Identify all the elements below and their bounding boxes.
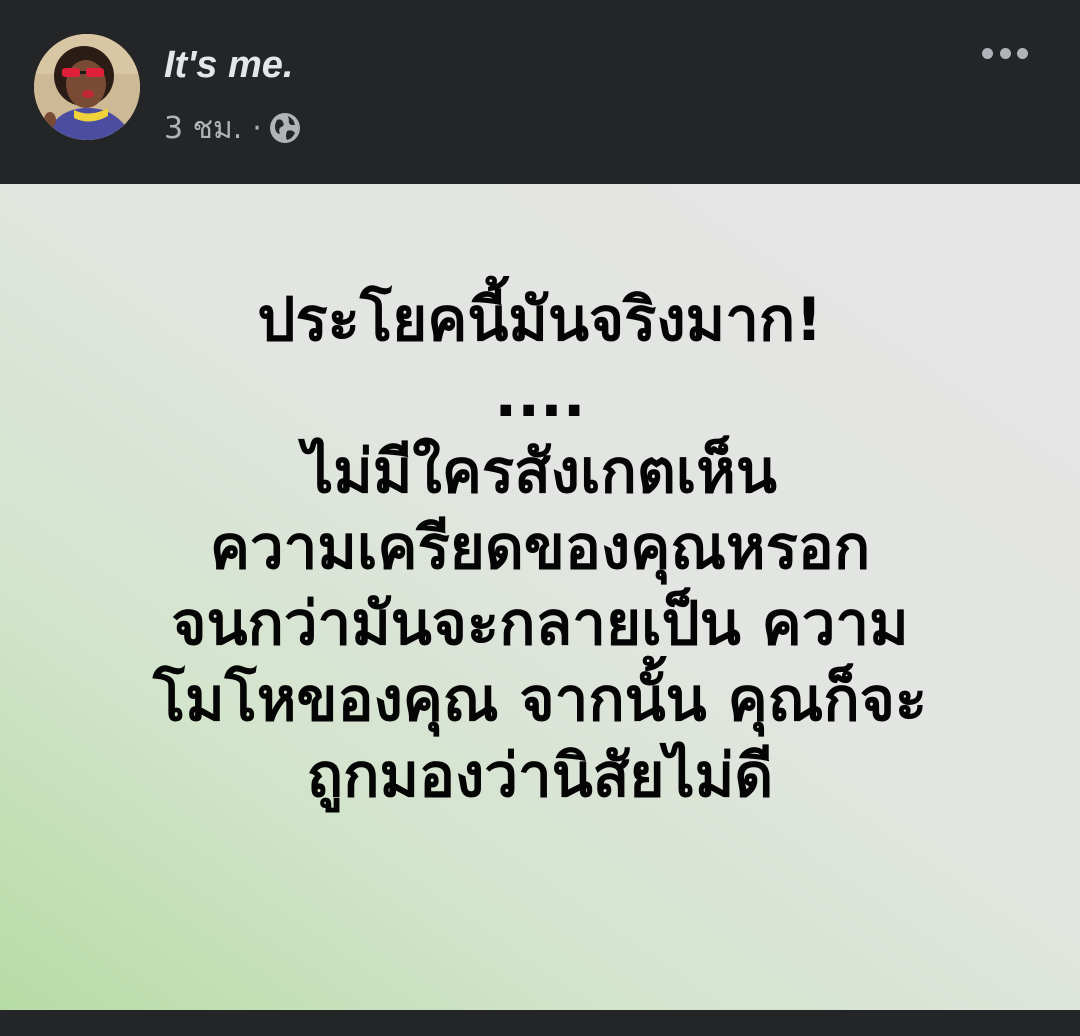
post-header: It's me. 3 ชม. · — [0, 0, 1080, 184]
more-options-icon[interactable] — [982, 36, 1028, 70]
more-dot — [1017, 47, 1028, 59]
facebook-post: It's me. 3 ชม. · ประโยคนี้มันจริงมาก! ..… — [0, 0, 1080, 1036]
status-background: ประโยคนี้มันจริงมาก! .... ไม่มีใครสังเกต… — [0, 184, 1080, 1010]
author-name[interactable]: It's me. — [164, 40, 293, 90]
status-text: ประโยคนี้มันจริงมาก! .... ไม่มีใครสังเกต… — [40, 282, 1040, 814]
more-dot — [999, 47, 1011, 59]
avatar-image — [34, 34, 140, 140]
status-line: ไม่มีใครสังเกตเห็น — [303, 437, 777, 507]
author-avatar[interactable] — [34, 34, 140, 140]
post-footer-edge — [0, 1010, 1080, 1036]
more-dot — [982, 47, 993, 59]
status-line: .... — [494, 361, 586, 431]
post-timestamp[interactable]: 3 ชม. — [164, 105, 242, 152]
status-line: จนกว่ามันจะกลายเป็น ความ — [171, 589, 909, 659]
meta-separator: · — [252, 110, 262, 146]
status-line: ประโยคนี้มันจริงมาก! — [257, 285, 823, 355]
status-line: ความเครียดของคุณหรอก — [209, 513, 871, 583]
post-meta: 3 ชม. · — [164, 108, 302, 148]
globe-icon[interactable] — [268, 111, 302, 145]
status-line: โมโหของคุณ จากนั้น คุณก็จะ — [152, 665, 928, 735]
status-line: ถูกมองว่านิสัยไม่ดี — [306, 741, 774, 811]
